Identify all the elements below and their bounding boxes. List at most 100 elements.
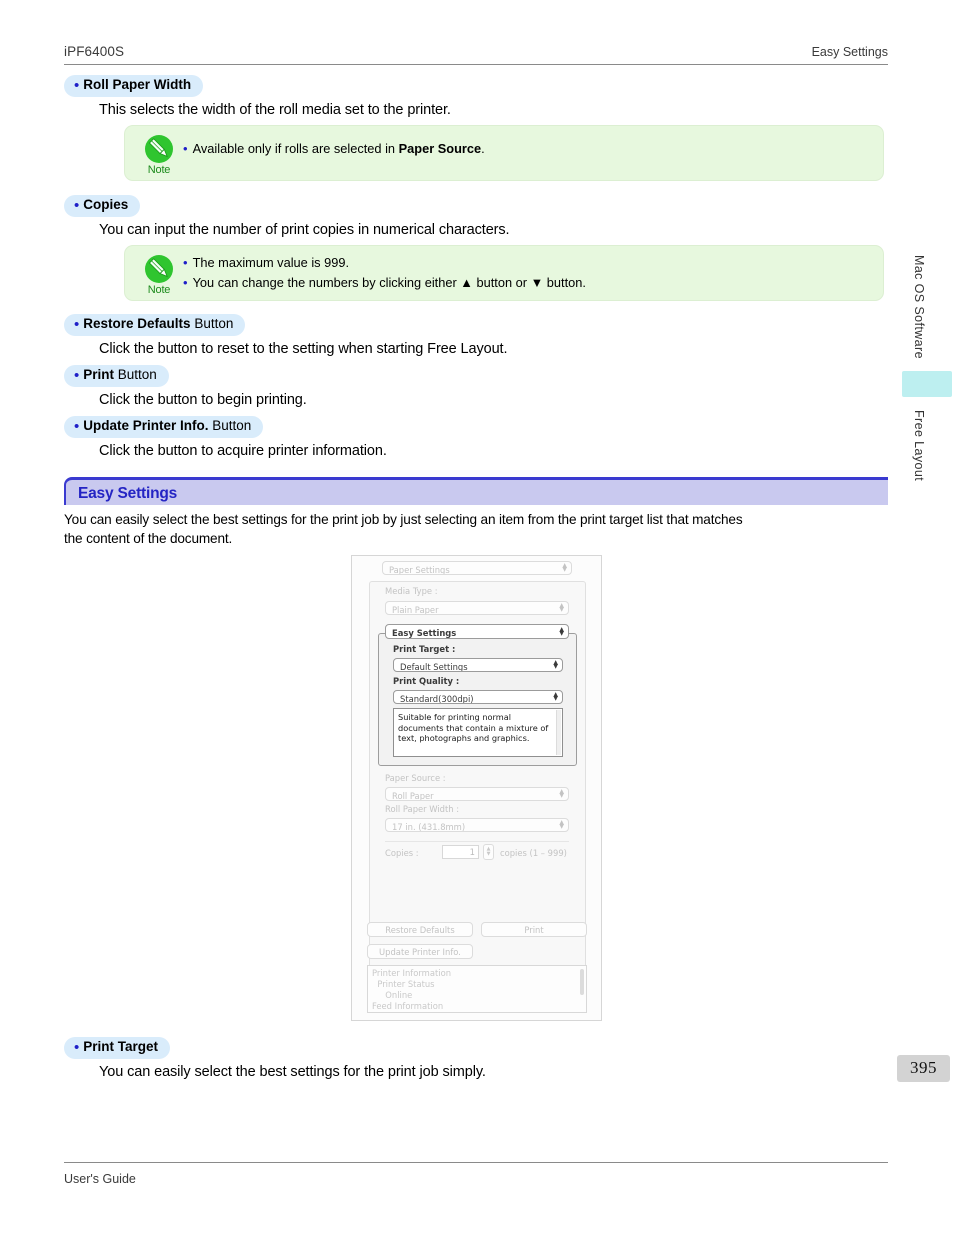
note-text-pre: You can change the numbers by clicking e… (192, 275, 586, 290)
note-label: Note (147, 164, 171, 176)
sidebar-tab-mac-os-software[interactable]: Mac OS Software (912, 255, 926, 380)
copies-hint: copies (1 – 999) (500, 848, 567, 858)
entry-restore-defaults: • Restore Defaults Button Click the butto… (64, 314, 508, 359)
roll-paper-width-popup[interactable]: 17 in. (431.8mm) ▲ ▼ (385, 818, 569, 832)
pencil-icon (145, 255, 173, 283)
chip-label-bold: Print (83, 367, 115, 382)
info-scrollbar[interactable] (580, 969, 584, 995)
media-type-value: Plain Paper (392, 605, 439, 615)
printer-information-box[interactable]: Printer Information Printer Status Onlin… (367, 965, 587, 1013)
note-item: • You can change the numbers by clicking … (183, 274, 873, 291)
sidebar-tab-highlight (902, 371, 952, 397)
chevron-updown-icon: ▲ ▼ (559, 819, 564, 830)
entry-description: Click the button to acquire printer info… (99, 443, 387, 459)
entry-print-target: • Print Target You can easily select the … (64, 1037, 486, 1082)
paper-source-label: Paper Source : (385, 773, 446, 783)
roll-paper-width-value: 17 in. (431.8mm) (392, 822, 466, 832)
chip-roll-paper-width: • Roll Paper Width (64, 75, 204, 97)
chevron-updown-icon: ▲ ▼ (559, 788, 564, 799)
page-number: 395 (910, 1058, 937, 1077)
footer-guide-label: User's Guide (64, 1172, 136, 1186)
note-text-pre: Available only if rolls are selected in (192, 141, 399, 156)
print-target-popup[interactable]: Default Settings ▲ ▼ (393, 658, 563, 672)
chip-restore-defaults: • Restore Defaults Button (64, 314, 246, 336)
info-line: Feed Information (372, 1001, 444, 1011)
info-line: Printer Information (372, 968, 452, 978)
chip-print: • Print Button (64, 365, 169, 387)
panel-selector-value: Paper Settings (389, 565, 450, 575)
sidebar-tab-free-layout[interactable]: Free Layout (912, 410, 926, 500)
print-target-value: Default Settings (400, 662, 468, 672)
footer-rule (64, 1162, 888, 1163)
panel-selector-popup[interactable]: Paper Settings ▲ ▼ (382, 561, 572, 575)
bullet-icon: • (74, 197, 80, 214)
print-button[interactable]: Print (481, 922, 587, 937)
chip-update-printer-info: • Update Printer Info. Button (64, 416, 264, 438)
print-target-label: Print Target : (393, 644, 456, 654)
roll-paper-width-label: Roll Paper Width : (385, 804, 460, 814)
quality-description-box: Suitable for printing normal documents t… (393, 708, 563, 757)
header-section: Easy Settings (811, 45, 888, 59)
note-item: • The maximum value is 999. (183, 254, 873, 271)
info-line: Printer Status (372, 979, 435, 989)
note-label: Note (147, 284, 171, 296)
chevron-updown-icon: ▲ ▼ (562, 562, 567, 573)
header-rule (64, 64, 888, 65)
media-type-label: Media Type : (385, 586, 438, 596)
entry-description: Click the button to reset to the setting… (99, 341, 508, 357)
restore-defaults-button[interactable]: Restore Defaults (367, 922, 473, 937)
chevron-updown-icon: ▲ ▼ (559, 602, 564, 613)
chip-label-bold: Copies (83, 197, 129, 212)
divider (385, 841, 569, 842)
note-bullet-icon: • (183, 141, 188, 156)
entry-print: • Print Button Click the button to begin … (64, 365, 307, 410)
chip-print-target: • Print Target (64, 1037, 171, 1059)
note-item: • Available only if rolls are selected in… (183, 140, 873, 157)
description-scrollbar[interactable] (556, 710, 561, 755)
entry-description: You can input the number of print copies… (99, 222, 510, 238)
chip-label-bold: Roll Paper Width (83, 77, 192, 92)
print-label: Print (524, 924, 544, 935)
pencil-icon (145, 135, 173, 163)
paragraph-line-1: You can easily select the best settings … (64, 512, 743, 527)
chip-label-suffix: Button (190, 316, 234, 331)
section-title: Easy Settings (78, 485, 178, 502)
note-text-post: . (481, 141, 485, 156)
document-page: iPF6400S Easy Settings • Roll Paper Width… (0, 0, 954, 1235)
bullet-icon: • (74, 316, 80, 333)
print-quality-popup[interactable]: Standard(300dpi) ▲ ▼ (393, 690, 563, 704)
entry-description: You can easily select the best settings … (99, 1064, 486, 1080)
entry-copies: • Copies You can input the number of prin… (64, 195, 510, 240)
entry-roll-paper-width: • Roll Paper Width This selects the width… (64, 75, 451, 120)
bullet-icon: • (74, 77, 80, 94)
settings-mode-popup[interactable]: Easy Settings ▲ ▼ (385, 624, 569, 639)
chip-label-bold: Restore Defaults (83, 316, 191, 331)
stepper-down-icon[interactable]: ▼ (487, 852, 491, 857)
print-quality-value: Standard(300dpi) (400, 694, 474, 704)
info-line: Online (372, 990, 413, 1000)
copies-input[interactable]: 1 (442, 845, 479, 859)
chip-label-bold: Print Target (83, 1039, 159, 1054)
note-icon: Note (137, 255, 181, 296)
settings-mode-value: Easy Settings (392, 628, 457, 638)
note-bullet-icon: • (183, 275, 188, 290)
note-2-body: • The maximum value is 999. • You can chan… (183, 254, 873, 294)
note-text-bold: Paper Source (398, 141, 482, 156)
quality-description-text: Suitable for printing normal documents t… (398, 712, 549, 743)
chevron-updown-icon: ▲ ▼ (559, 625, 564, 637)
entry-description: This selects the width of the roll media… (99, 102, 451, 118)
restore-defaults-label: Restore Defaults (385, 924, 455, 935)
bullet-icon: • (74, 1039, 80, 1056)
print-quality-label: Print Quality : (393, 676, 460, 686)
note-text-pre: The maximum value is 999. (192, 255, 350, 270)
copies-stepper[interactable]: ▲ ▼ (483, 844, 494, 860)
chevron-updown-icon: ▲ ▼ (553, 659, 558, 670)
chip-copies: • Copies (64, 195, 141, 217)
note-icon: Note (137, 135, 181, 176)
note-1-body: • Available only if rolls are selected in… (183, 140, 873, 160)
paper-source-popup[interactable]: Roll Paper ▲ ▼ (385, 787, 569, 801)
chip-label-suffix: Button (208, 418, 252, 433)
bullet-icon: • (74, 418, 80, 435)
update-printer-info-button[interactable]: Update Printer Info. (367, 944, 473, 959)
media-type-popup[interactable]: Plain Paper ▲ ▼ (385, 601, 569, 615)
